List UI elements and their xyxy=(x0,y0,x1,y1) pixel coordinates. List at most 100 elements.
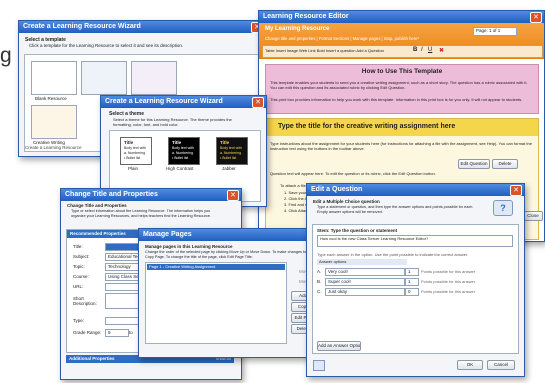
underline-icon[interactable]: U xyxy=(428,47,432,53)
property-label: Subject: xyxy=(73,254,90,259)
app-title: My Learning Resource xyxy=(265,26,330,32)
property-label: Topic: xyxy=(73,264,85,269)
theme-line: a. Numbering xyxy=(124,151,146,155)
theme-title: Title xyxy=(124,140,134,145)
toolbar: Table Insert Image Web Link Bold Insert … xyxy=(262,45,543,58)
close-icon[interactable]: ✕ xyxy=(530,12,542,23)
wizard-instruction: Select a theme for this Learning Resourc… xyxy=(113,117,232,127)
window-icon xyxy=(313,360,325,371)
property-label: Grade Range: xyxy=(73,330,102,335)
theme-line: • Bullet list xyxy=(124,156,141,160)
answer-field[interactable]: Very cool! xyxy=(325,268,405,276)
help-box: How to Use This Template This template e… xyxy=(265,64,539,114)
help-icon[interactable]: ? xyxy=(493,200,513,216)
wizard-title-bar: Create a Learning Resource Wizard xyxy=(19,21,265,33)
change-title-instruction: Type or select information about the Lea… xyxy=(71,209,211,218)
editor-close-button[interactable]: Close xyxy=(523,211,543,221)
delete-icon[interactable]: ✖ xyxy=(439,47,444,54)
assignment-heading-bar: Type the title for the creative writing … xyxy=(266,119,538,136)
theme-jabber[interactable]: Title Body text with a. Numbering • Bull… xyxy=(216,137,248,165)
help-paragraph-2: This print box provides information to h… xyxy=(270,97,523,102)
property-label: Type: xyxy=(73,318,85,323)
points-note: Points possible for this answer xyxy=(421,269,476,274)
close-icon[interactable]: ✕ xyxy=(510,185,522,196)
question-text: Question text will appear here. To edit … xyxy=(270,171,436,176)
points-field[interactable]: 0 xyxy=(405,288,419,296)
editor-nav-links[interactable]: Change title and properties | Format Sec… xyxy=(265,36,419,41)
points-field[interactable]: 1 xyxy=(405,268,419,276)
question-panel: Stem: Type the question or statement How… xyxy=(312,224,519,354)
theme-line: a. Numbering xyxy=(220,151,242,155)
help-heading: How to Use This Template xyxy=(361,68,443,75)
theme-line: Body text with xyxy=(220,146,242,150)
close-icon[interactable]: ✕ xyxy=(252,97,264,108)
delete-button[interactable]: Delete xyxy=(492,159,518,169)
page-list[interactable]: Page 1 - Creative Writing Assignment xyxy=(145,262,287,344)
italic-icon[interactable]: I xyxy=(421,47,423,53)
points-note: Points possible for this answer xyxy=(421,289,476,294)
edit-question-title-bar: Edit a Question xyxy=(307,184,524,196)
template-thumb-blank[interactable] xyxy=(31,61,77,95)
edit-question-button[interactable]: Edit Question xyxy=(458,159,490,169)
change-title-heading: Change Title and Properties xyxy=(67,203,127,208)
edit-question-window: Edit a Question ✕ Edit a Multiple Choice… xyxy=(306,183,525,377)
theme-title: Title xyxy=(220,140,230,145)
ok-button[interactable]: OK xyxy=(457,360,483,370)
template-thumb-2[interactable] xyxy=(81,61,127,95)
wizard-title: Create a Learning Resource Wizard xyxy=(23,23,141,30)
wizard-footer: Create a Learning Resource xyxy=(25,145,82,150)
theme-high-contrast[interactable]: Title Body text with a. Numbering • Bull… xyxy=(168,137,200,165)
theme-line: • Bullet list xyxy=(220,156,237,160)
property-label: Course: xyxy=(73,274,89,279)
grade-from-field[interactable]: 9 xyxy=(105,329,129,337)
theme-line: Body text with xyxy=(172,146,194,150)
wizard-title: Create a Learning Resource Wizard xyxy=(105,98,223,105)
edit-question-instruction: Type a statement or question, and then t… xyxy=(317,205,474,214)
cancel-button[interactable]: Cancel xyxy=(487,360,515,370)
edit-question-title: Edit a Question xyxy=(311,186,363,193)
manage-pages-heading: Manage pages in this Learning Resource xyxy=(145,244,233,249)
change-title-title-bar: Change Title and Properties xyxy=(61,189,241,201)
editor-title: Learning Resource Editor xyxy=(263,13,349,20)
theme-label-jabber: Jabber xyxy=(222,166,236,171)
assignment-heading: Type the title for the creative writing … xyxy=(278,123,456,130)
close-icon[interactable]: ✕ xyxy=(227,190,239,201)
manage-pages-title: Manage Pages xyxy=(143,231,192,238)
template-thumb-creative-writing[interactable] xyxy=(31,105,77,139)
property-label: Short Description: xyxy=(73,296,97,306)
theme-line: a. Numbering xyxy=(172,151,194,155)
property-label: Title: xyxy=(73,244,83,249)
answer-options-header: Answer options xyxy=(317,259,407,265)
points-field[interactable]: 1 xyxy=(405,278,419,286)
stem-field[interactable]: How cool is the new Class Server Learnin… xyxy=(317,235,513,247)
template-label-blank: Blank Resource xyxy=(35,96,67,101)
add-answer-option-button[interactable]: Add an Answer Option xyxy=(317,341,361,351)
help-paragraph-1: This template enables your students to s… xyxy=(270,80,528,90)
answer-letter: A. xyxy=(317,269,322,274)
wizard-title-bar: Create a Learning Resource Wizard xyxy=(101,96,266,108)
editor-title-bar: Learning Resource Editor xyxy=(259,11,544,23)
stem-label: Stem: Type the question or statement xyxy=(317,228,398,233)
grade-to-label: to xyxy=(129,330,133,335)
theme-plain[interactable]: Title Body text with a. Numbering • Bull… xyxy=(120,137,152,165)
additional-properties-title: Additional Properties xyxy=(69,356,115,361)
template-thumb-3[interactable] xyxy=(131,61,177,95)
change-title-title: Change Title and Properties xyxy=(65,191,158,198)
toolbar-labels[interactable]: Table Insert Image Web Link Bold Insert … xyxy=(265,48,384,53)
theme-title: Title xyxy=(172,140,182,145)
bold-icon[interactable]: B xyxy=(413,47,417,53)
answer-field[interactable]: Super cool! xyxy=(325,278,405,286)
edit-question-heading: Edit a Multiple Choice question xyxy=(313,199,380,204)
cropped-text-fragment: g xyxy=(0,44,12,67)
wizard-instruction: Click a template for the Learning Resour… xyxy=(29,43,184,48)
theme-label-high-contrast: High Contrast xyxy=(166,166,194,171)
answer-options-title: Answer options xyxy=(319,259,347,264)
properties-section-title: Recommended Properties xyxy=(70,231,126,236)
answer-field[interactable]: Just okay xyxy=(325,288,405,296)
answer-letter: C. xyxy=(317,289,322,294)
theme-line: Body text with xyxy=(124,146,146,150)
theme-label-plain: Plain xyxy=(128,166,139,171)
theme-line: • Bullet list xyxy=(172,156,189,160)
page-list-item[interactable]: Page 1 - Creative Writing Assignment xyxy=(147,264,285,270)
page-indicator[interactable]: Page: 1 of 1 xyxy=(473,27,517,36)
